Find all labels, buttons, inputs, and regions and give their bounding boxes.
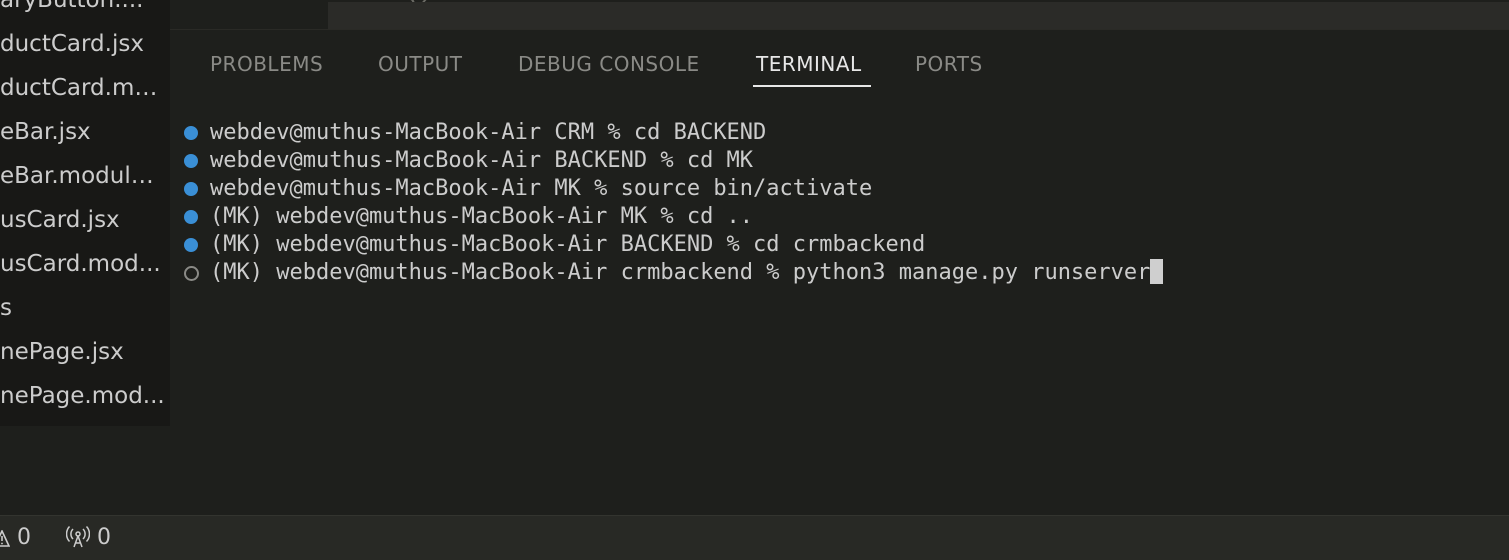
- explorer-file-item[interactable]: eBar.jsx: [0, 110, 170, 154]
- command-success-dot-icon[interactable]: [184, 238, 198, 252]
- tab-ports[interactable]: PORTS: [915, 52, 983, 76]
- command-running-dot-icon[interactable]: [184, 266, 199, 281]
- explorer-file-item[interactable]: eBar.module....: [0, 154, 170, 198]
- explorer-file-item[interactable]: usCard.jsx: [0, 198, 170, 242]
- tab-terminal[interactable]: TERMINAL: [756, 52, 862, 76]
- terminal-line: webdev@muthus-MacBook-Air MK % source bi…: [170, 175, 872, 203]
- explorer-file-item[interactable]: s: [0, 286, 170, 330]
- terminal-line: (MK) webdev@muthus-MacBook-Air crmbacken…: [170, 259, 1164, 287]
- explorer-file-item[interactable]: aryButton....: [0, 0, 170, 22]
- ports-count: 0: [97, 525, 111, 550]
- terminal-line: (MK) webdev@muthus-MacBook-Air MK % cd .…: [170, 203, 753, 231]
- terminal-line: webdev@muthus-MacBook-Air CRM % cd BACKE…: [170, 119, 766, 147]
- warnings-count: 0: [17, 525, 31, 550]
- tab-debug-console[interactable]: DEBUG CONSOLE: [518, 52, 700, 76]
- terminal-line: webdev@muthus-MacBook-Air BACKEND % cd M…: [170, 147, 753, 175]
- command-success-dot-icon[interactable]: [184, 154, 198, 168]
- warning-icon: [0, 529, 11, 547]
- explorer-file-item[interactable]: nePage.mod...: [0, 374, 170, 418]
- tab-problems[interactable]: PROBLEMS: [210, 52, 323, 76]
- explorer-file-item[interactable]: usCard.mod...: [0, 242, 170, 286]
- explorer-file-item[interactable]: ductCard.jsx: [0, 22, 170, 66]
- command-success-dot-icon[interactable]: [184, 126, 198, 140]
- terminal-line: (MK) webdev@muthus-MacBook-Air BACKEND %…: [170, 231, 925, 259]
- command-success-dot-icon[interactable]: [184, 210, 198, 224]
- terminal-cursor: [1150, 259, 1164, 284]
- explorer-file-item[interactable]: nePage.jsx: [0, 330, 170, 374]
- broadcast-icon: [65, 525, 91, 548]
- command-success-dot-icon[interactable]: [184, 182, 198, 196]
- warnings-status[interactable]: 0: [0, 516, 31, 560]
- explorer-sidebar: aryButton.... ductCard.jsx ductCard.mo..…: [0, 0, 170, 426]
- terminal-current-command: (MK) webdev@muthus-MacBook-Air crmbacken…: [210, 260, 1151, 285]
- panel-tabs: PROBLEMS OUTPUT DEBUG CONSOLE TERMINAL P…: [170, 30, 1509, 88]
- active-tab-indicator: [753, 85, 871, 87]
- tab-output[interactable]: OUTPUT: [378, 52, 463, 76]
- ports-status[interactable]: 0: [65, 516, 111, 560]
- editor-scrollbar[interactable]: [328, 2, 1509, 29]
- status-bar: 0 0: [0, 515, 1509, 560]
- explorer-file-item[interactable]: ductCard.mo...: [0, 66, 170, 110]
- terminal-output[interactable]: webdev@muthus-MacBook-Air CRM % cd BACKE…: [170, 116, 1509, 496]
